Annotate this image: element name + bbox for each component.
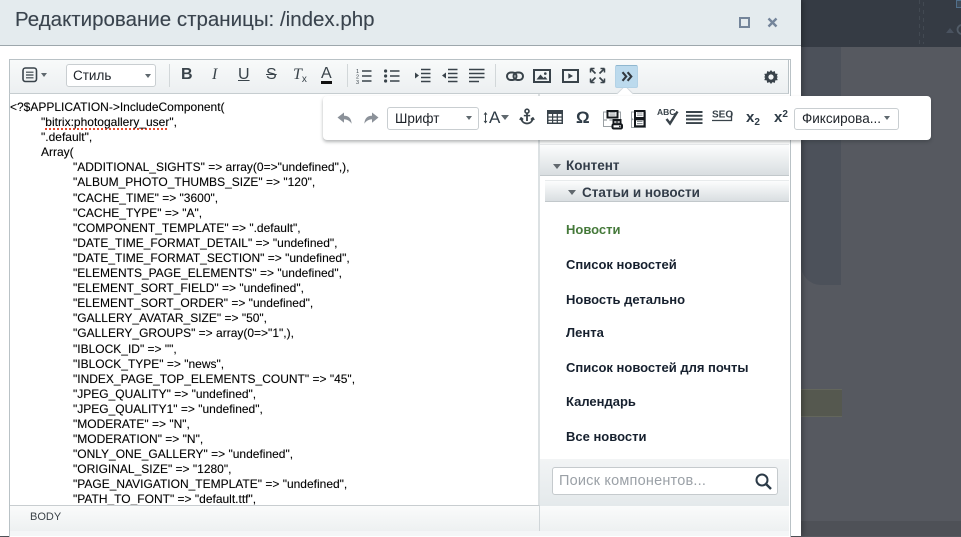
svg-text:3: 3: [356, 80, 359, 84]
svg-text:ABC: ABC: [657, 107, 675, 117]
svg-text:SEO: SEO: [712, 110, 733, 121]
